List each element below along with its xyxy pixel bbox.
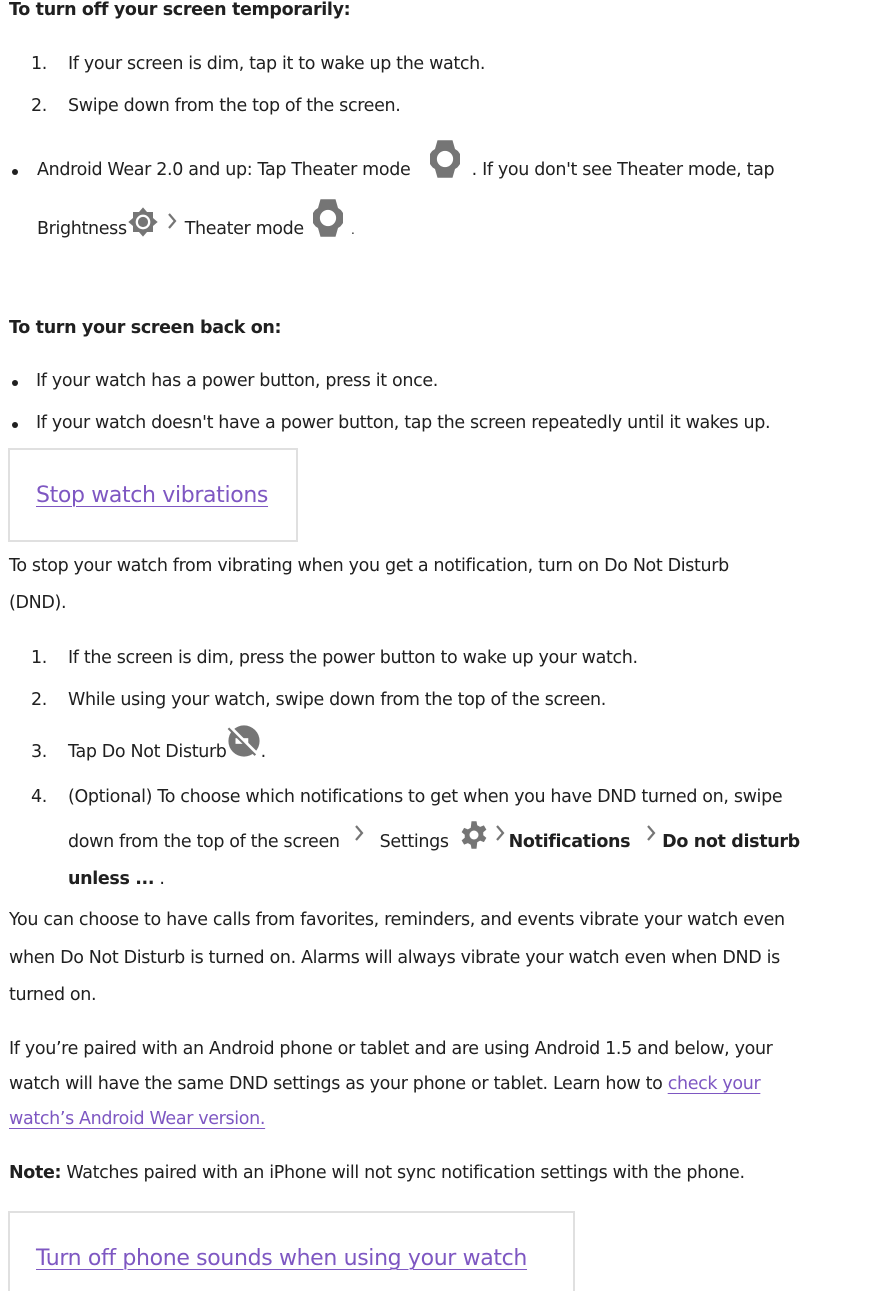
text: down from the top of the screen — [68, 832, 340, 852]
watch-icon — [313, 198, 343, 238]
turn-off-phone-sounds-link[interactable]: Turn off phone sounds when using your wa… — [36, 1246, 527, 1271]
bullet-dot — [12, 422, 18, 428]
paragraph-line: You can choose to have calls from favori… — [9, 910, 785, 930]
text: Theater mode — [184, 219, 304, 239]
intro-text: To stop your watch from vibrating when y… — [9, 556, 729, 576]
paragraph-line: when Do Not Disturb is turned on. Alarms… — [9, 948, 780, 968]
text: watch will have the same DND settings as… — [9, 1074, 668, 1094]
text: Notifications — [508, 832, 631, 852]
text: . — [154, 869, 165, 889]
theater-mode-instruction-line2: Brightness Theater mode . — [37, 219, 355, 239]
step-text: Tap Do Not Disturb. — [68, 742, 266, 762]
step-number: 3. — [31, 742, 47, 762]
do-not-disturb-icon — [227, 724, 261, 758]
chevron-right-icon — [495, 825, 505, 841]
bullet-text: If your watch has a power button, press … — [36, 371, 438, 391]
step-number: 2. — [31, 690, 47, 710]
bullet-dot — [12, 380, 18, 386]
heading-turn-off-screen: To turn off your screen temporarily: — [9, 0, 351, 20]
step-text: (Optional) To choose which notifications… — [68, 787, 783, 807]
chevron-right-icon — [167, 213, 177, 229]
step-text: If the screen is dim, press the power bu… — [68, 648, 638, 668]
theater-mode-instruction-line1: Android Wear 2.0 and up: Tap Theater mod… — [37, 160, 775, 180]
heading-turn-screen-on: To turn your screen back on: — [9, 318, 282, 338]
brightness-icon — [127, 206, 159, 238]
step-text: If your screen is dim, tap it to wake up… — [68, 54, 486, 74]
intro-text: (DND). — [9, 593, 67, 613]
paragraph-line: watch will have the same DND settings as… — [9, 1074, 761, 1094]
text: unless ... — [68, 869, 155, 889]
note: Note: Watches paired with an iPhone will… — [9, 1163, 745, 1183]
text: Android Wear 2.0 and up: Tap Theater mod… — [37, 160, 411, 180]
step-number: 2. — [31, 96, 47, 116]
bullet-dot — [12, 169, 18, 175]
note-text: Watches paired with an iPhone will not s… — [61, 1163, 745, 1183]
note-label: Note: — [9, 1163, 62, 1183]
text: Do not disturb — [662, 832, 800, 852]
paragraph-line: If you’re paired with an Android phone o… — [9, 1039, 773, 1059]
text: Settings — [379, 832, 449, 852]
step-number: 1. — [31, 648, 47, 668]
text: Tap Do Not Disturb — [68, 742, 227, 762]
watch-icon — [430, 139, 460, 179]
step-number: 1. — [31, 54, 47, 74]
step-number: 4. — [31, 787, 47, 807]
related-article-card[interactable]: Stop watch vibrations — [8, 448, 298, 542]
check-version-link-continued[interactable]: watch’s Android Wear version. — [9, 1109, 265, 1129]
text: . — [351, 223, 355, 237]
step-text: While using your watch, swipe down from … — [68, 690, 607, 710]
paragraph-line: turned on. — [9, 985, 97, 1005]
check-version-link[interactable]: check your — [668, 1074, 761, 1094]
text: . If you don't see Theater mode, tap — [471, 160, 775, 180]
chevron-right-icon — [354, 825, 364, 841]
chevron-right-icon — [646, 825, 656, 841]
step-text-line2: down from the top of the screen Settings N… — [68, 832, 800, 852]
related-article-card[interactable]: Turn off phone sounds when using your wa… — [8, 1211, 575, 1291]
stop-watch-vibrations-link[interactable]: Stop watch vibrations — [36, 483, 268, 508]
step-text: Swipe down from the top of the screen. — [68, 96, 401, 116]
gear-icon — [459, 820, 489, 850]
bullet-text: If your watch doesn't have a power butto… — [36, 413, 771, 433]
paragraph-line: watch’s Android Wear version. — [9, 1109, 265, 1129]
step-text-line3: unless ... . — [68, 869, 165, 889]
text: Brightness — [37, 219, 127, 239]
text: . — [260, 742, 267, 762]
